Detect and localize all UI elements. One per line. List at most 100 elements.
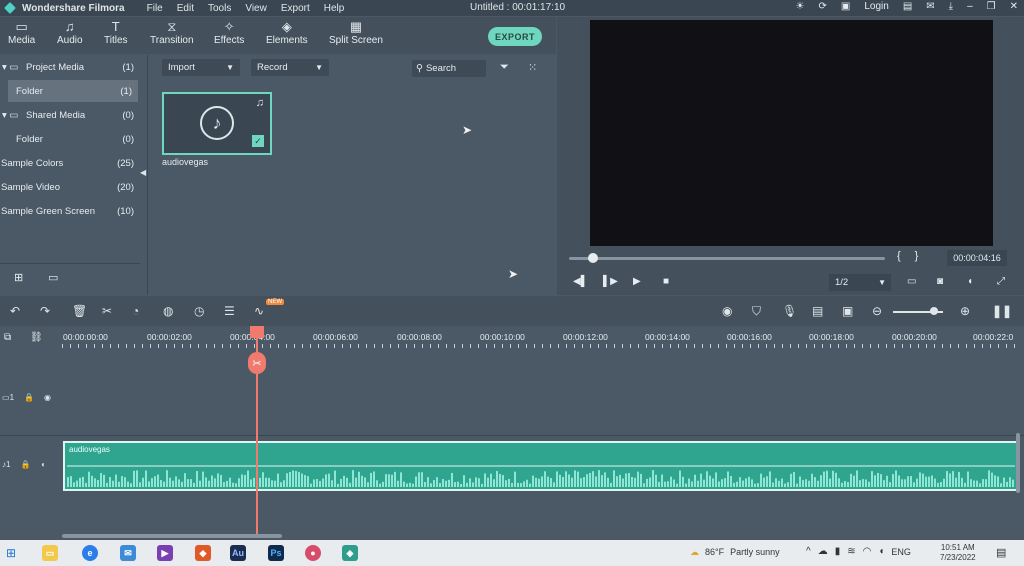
login-button[interactable]: Login bbox=[864, 1, 888, 12]
edge-browser-icon[interactable]: e bbox=[82, 545, 98, 561]
chevron-up-icon[interactable]: ^ bbox=[806, 546, 811, 557]
import-dropdown[interactable]: Import ▼ bbox=[162, 59, 240, 76]
cloud-icon[interactable]: ☁ bbox=[818, 546, 828, 557]
mark-in-out-icon[interactable]: {} bbox=[897, 250, 932, 262]
lock-icon[interactable]: 🔒 bbox=[24, 393, 34, 402]
speed-icon[interactable]: ◔ bbox=[132, 304, 139, 318]
collapse-sidebar-icon[interactable]: ◀ bbox=[140, 168, 146, 177]
undo-icon[interactable]: ↶ bbox=[10, 304, 20, 318]
language-indicator[interactable]: ENG bbox=[891, 547, 911, 557]
menu-edit[interactable]: Edit bbox=[177, 3, 194, 14]
menu-help[interactable]: Help bbox=[324, 3, 345, 14]
adjust-icon[interactable]: ☰ bbox=[224, 304, 235, 318]
filter-icon[interactable]: ⏷ bbox=[500, 61, 509, 74]
media-clip-thumbnail[interactable]: ♪ ♫ ✓ bbox=[162, 92, 272, 155]
pause-icon[interactable]: ❚❚ bbox=[992, 304, 1012, 318]
save-icon[interactable]: ▤ bbox=[903, 1, 912, 12]
grid-view-icon[interactable]: ⁙ bbox=[528, 61, 537, 74]
sidebar-item-project-media[interactable]: ▾ ▭ Project Media (1) bbox=[0, 56, 140, 78]
sidebar-item-folder-project[interactable]: Folder (1) bbox=[8, 80, 138, 102]
delete-icon[interactable]: 🗑 bbox=[72, 304, 87, 318]
search-input[interactable]: ⚲ Search bbox=[412, 60, 486, 77]
color-icon[interactable]: ◍ bbox=[163, 304, 173, 318]
volume-icon[interactable]: ◖ bbox=[967, 276, 973, 287]
sidebar-item-folder-shared[interactable]: Folder (0) bbox=[0, 128, 140, 150]
lock-icon[interactable]: 🔒 bbox=[20, 460, 30, 469]
snapshot-timeline-icon[interactable]: ▣ bbox=[842, 304, 853, 318]
cart-icon[interactable]: ▣ bbox=[841, 1, 850, 12]
menu-export[interactable]: Export bbox=[281, 3, 310, 14]
add-track-icon[interactable]: ⧉ bbox=[4, 332, 11, 343]
cut-icon[interactable]: ✂ bbox=[102, 304, 112, 318]
volume-icon[interactable]: ◖ bbox=[878, 546, 884, 557]
file-explorer-icon[interactable]: ▭ bbox=[42, 545, 58, 561]
tab-audio[interactable]: ♫ Audio bbox=[57, 19, 83, 46]
tab-media[interactable]: ▭ Media bbox=[8, 19, 35, 46]
sidebar-item-shared-media[interactable]: ▾ ▭ Shared Media (0) bbox=[0, 104, 140, 126]
voiceover-icon[interactable]: ▤ bbox=[812, 304, 823, 318]
windows-start-icon[interactable]: ⊞ bbox=[6, 546, 16, 560]
video-track[interactable]: ▭1 🔒 ◉ bbox=[0, 350, 1024, 436]
export-button[interactable]: EXPORT bbox=[488, 27, 542, 46]
sidebar-item-sample-colors[interactable]: Sample Colors (25) bbox=[0, 152, 140, 174]
wifi-icon[interactable]: ◠ bbox=[863, 546, 872, 557]
zoom-in-icon[interactable]: ⊕ bbox=[960, 304, 970, 318]
menu-tools[interactable]: Tools bbox=[208, 3, 231, 14]
playhead-handle[interactable] bbox=[250, 326, 264, 338]
app-icon[interactable]: ● bbox=[305, 545, 321, 561]
render-icon[interactable]: ◉ bbox=[722, 304, 732, 318]
menu-view[interactable]: View bbox=[245, 3, 267, 14]
notification-icon[interactable]: ▤ bbox=[996, 546, 1006, 559]
zoom-slider-handle[interactable] bbox=[930, 307, 938, 315]
filmora-taskbar-icon[interactable]: ◈ bbox=[342, 545, 358, 561]
close-icon[interactable]: ✕ bbox=[1010, 1, 1018, 12]
mail-icon[interactable]: ✉ bbox=[926, 1, 934, 12]
marker-icon[interactable]: ⛉ bbox=[752, 304, 761, 319]
preview-ratio-select[interactable]: 1/2 ▼ bbox=[829, 274, 891, 291]
tab-elements[interactable]: ◈ Elements bbox=[266, 19, 308, 46]
timeline-vertical-scrollbar[interactable] bbox=[1016, 433, 1020, 493]
microphone-icon[interactable]: ▮ bbox=[835, 546, 841, 557]
bulb-icon[interactable]: ☀ bbox=[796, 1, 805, 12]
audition-icon[interactable]: Au bbox=[230, 545, 246, 561]
tab-transition[interactable]: ⧖ Transition bbox=[150, 19, 194, 46]
media-app-icon[interactable]: ▶ bbox=[157, 545, 173, 561]
taskbar-clock[interactable]: 10:51 AM 7/23/2022 bbox=[940, 543, 976, 563]
speaker-icon[interactable]: ◖ bbox=[40, 460, 45, 469]
link-icon[interactable]: ⛓ bbox=[30, 332, 43, 343]
step-forward-icon[interactable]: ▌▶ bbox=[603, 276, 618, 287]
menu-file[interactable]: File bbox=[147, 3, 163, 14]
weather-widget[interactable]: ☁ 86°F Partly sunny bbox=[690, 547, 780, 558]
zoom-out-icon[interactable]: ⊖ bbox=[872, 304, 882, 318]
monitor-icon[interactable]: ▭ bbox=[907, 276, 916, 287]
photoshop-icon[interactable]: Ps bbox=[268, 545, 284, 561]
preview-scrubber-handle[interactable] bbox=[587, 253, 598, 263]
tab-titles[interactable]: T Titles bbox=[104, 19, 128, 46]
tab-effects[interactable]: ✧ Effects bbox=[214, 19, 244, 46]
download-icon[interactable]: ⤓ bbox=[949, 1, 953, 12]
scissors-icon[interactable]: ✂ bbox=[248, 352, 266, 374]
minimize-icon[interactable]: – bbox=[967, 1, 973, 12]
step-back-icon[interactable]: ◀▌ bbox=[573, 276, 588, 287]
network-icon[interactable]: ≋ bbox=[847, 546, 855, 557]
sidebar-item-sample-green-screen[interactable]: Sample Green Screen (10) bbox=[0, 200, 140, 222]
timeline-ruler[interactable]: ⧉ ⛓ 00:00:00:00 00:00:02:00 00:00:04:00 … bbox=[0, 326, 1024, 350]
folder-icon[interactable]: ▭ bbox=[48, 271, 58, 284]
preview-scrubber[interactable] bbox=[569, 257, 885, 260]
refresh-icon[interactable]: ⟳ bbox=[819, 1, 827, 12]
audio-wave-icon[interactable]: ∿ bbox=[254, 304, 264, 318]
microphone-icon[interactable]: 🎙 bbox=[782, 304, 797, 318]
fullscreen-icon[interactable]: ⤢ bbox=[997, 276, 1005, 287]
sidebar-item-sample-video[interactable]: Sample Video (20) bbox=[0, 176, 140, 198]
mail-app-icon[interactable]: ✉ bbox=[120, 545, 136, 561]
new-folder-icon[interactable]: ⊞ bbox=[14, 271, 23, 284]
tab-split-screen[interactable]: ▦ Split Screen bbox=[329, 19, 383, 46]
play-icon[interactable]: ▶ bbox=[633, 276, 641, 287]
brave-browser-icon[interactable]: ◆ bbox=[195, 545, 211, 561]
record-dropdown[interactable]: Record ▼ bbox=[251, 59, 329, 76]
audio-clip[interactable]: audiovegas bbox=[63, 441, 1018, 491]
restore-icon[interactable]: ❐ bbox=[987, 1, 996, 12]
stop-icon[interactable]: ■ bbox=[663, 276, 669, 287]
snapshot-icon[interactable]: ◙ bbox=[937, 276, 943, 287]
duration-icon[interactable]: ◷ bbox=[194, 304, 204, 318]
